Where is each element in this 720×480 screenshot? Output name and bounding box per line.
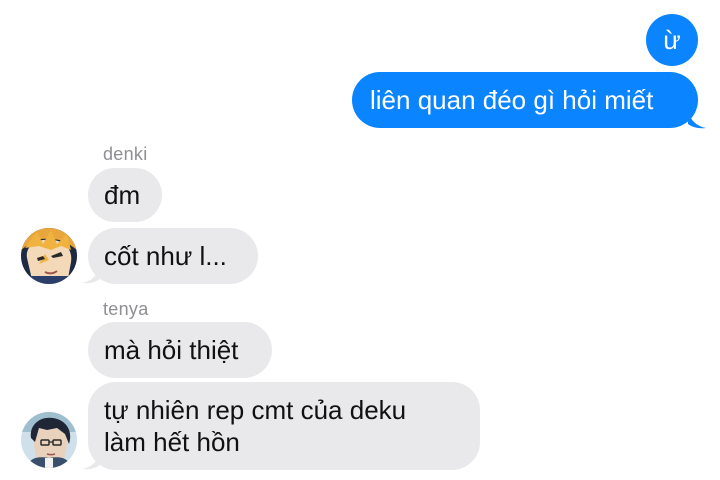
incoming-message[interactable]: mà hỏi thiệt <box>88 322 272 378</box>
message-text: liên quan đéo gì hỏi miết <box>370 85 654 115</box>
avatar-dark-haired-character-icon <box>21 412 77 468</box>
avatar-blond-character-icon <box>21 228 77 284</box>
bubble-tail-icon <box>82 451 100 470</box>
outgoing-message[interactable]: liên quan đéo gì hỏi miết <box>352 72 698 128</box>
outgoing-message[interactable]: ừ <box>646 14 698 66</box>
bubble-tail-icon <box>688 110 706 129</box>
message-text: mà hỏi thiệt <box>104 335 239 365</box>
avatar-tenya[interactable] <box>21 412 77 468</box>
sender-name: denki <box>103 144 148 164</box>
message-text: ừ <box>663 25 681 55</box>
message-text: đm <box>104 180 141 210</box>
sender-name: tenya <box>103 299 149 319</box>
incoming-message[interactable]: đm <box>88 168 162 222</box>
chat-thread: ừ liên quan đéo gì hỏi miết denki đm cốt… <box>0 0 720 480</box>
bubble-tail-icon <box>82 265 100 284</box>
incoming-message[interactable]: cốt như l... <box>88 228 258 284</box>
message-text-line-2: làm hết hồn <box>104 427 240 457</box>
avatar-denki[interactable] <box>21 228 77 284</box>
message-text-line-1: tự nhiên rep cmt của deku <box>104 395 407 425</box>
incoming-message[interactable]: tự nhiên rep cmt của deku làm hết hồn <box>88 382 480 470</box>
message-text: cốt như l... <box>104 241 227 271</box>
